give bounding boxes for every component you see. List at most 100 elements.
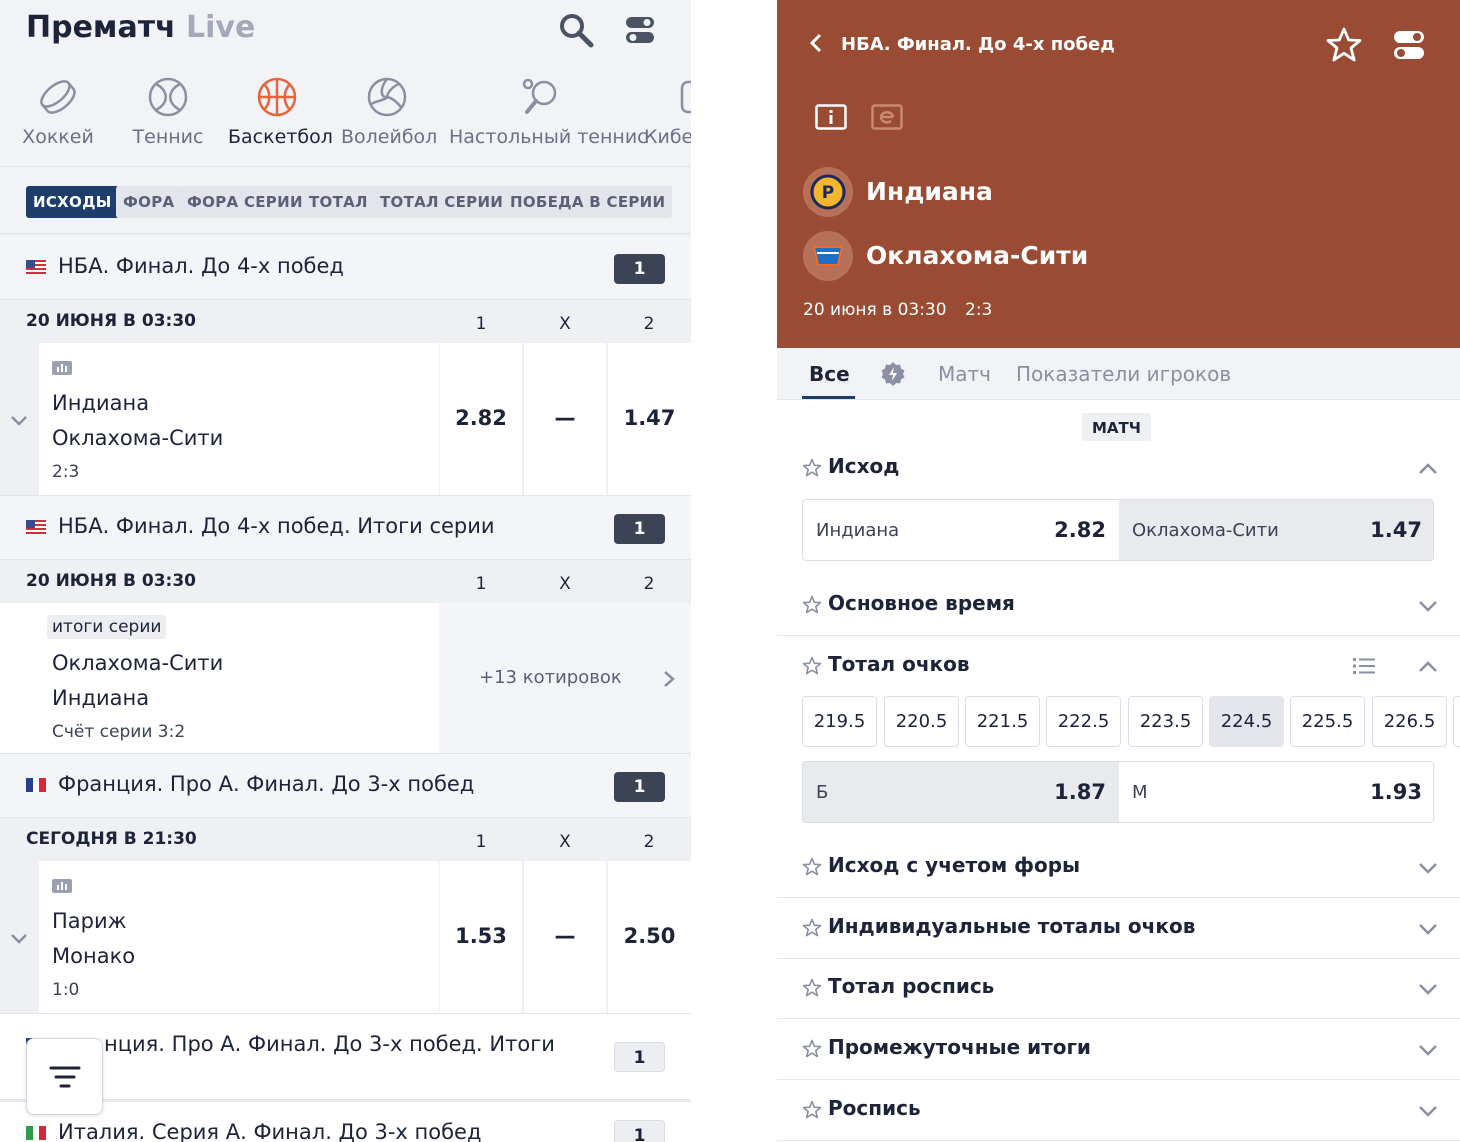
usa-flag-icon [26, 260, 46, 274]
league-header[interactable]: НБА. Финал. До 4-х побед 1 [0, 236, 691, 300]
favorite-star-icon[interactable] [802, 918, 822, 938]
odd-home-button[interactable]: 2.82 [440, 343, 522, 495]
total-line-option[interactable]: 222.5 [1046, 696, 1121, 747]
event-card[interactable]: итоги серии Оклахома-Сити Индиана Счёт с… [0, 603, 439, 753]
market-outcome-header[interactable]: Исход [777, 438, 1460, 499]
chevron-down-icon[interactable] [8, 927, 30, 949]
filter-series-total[interactable]: ТОТАЛ СЕРИИ [373, 186, 511, 218]
market-intermediate[interactable]: Промежуточные итоги [777, 1019, 1460, 1080]
market-main-time[interactable]: Основное время [777, 575, 1460, 636]
total-line-option[interactable]: 221.5 [965, 696, 1040, 747]
extra-info-icon[interactable] [871, 104, 903, 130]
sport-volleyball[interactable]: Волейбол [341, 76, 437, 148]
stats-icon[interactable] [52, 879, 72, 893]
info-icon[interactable] [815, 104, 847, 130]
more-odds-button[interactable]: +13 котировок [439, 603, 691, 753]
sport-table-tennis[interactable]: Настольный теннис [449, 76, 648, 148]
event-row[interactable]: Индиана Оклахома-Сити 2:3 2.82 — 1.47 [0, 343, 691, 496]
favorite-star-icon[interactable] [802, 978, 822, 998]
pacers-logo-icon: P [810, 174, 846, 210]
chevron-down-icon[interactable] [1417, 595, 1439, 617]
filter-outcomes[interactable]: ИСХОДЫ [26, 186, 119, 218]
total-line-option-overflow[interactable] [1453, 696, 1460, 747]
favorite-star-icon[interactable] [1325, 26, 1363, 64]
sport-basketball[interactable]: Баскетбол [228, 76, 333, 148]
favorite-star-icon[interactable] [802, 1039, 822, 1059]
chevron-down-icon[interactable] [1417, 978, 1439, 1000]
tab-prematch[interactable]: Прематч [26, 10, 176, 45]
settings-toggle-icon[interactable] [1393, 28, 1425, 62]
market-total-list[interactable]: Тотал роспись [777, 958, 1460, 1019]
total-line-option[interactable]: 223.5 [1128, 696, 1203, 747]
league-header[interactable]: Франция. Про А. Финал. До 3-х побед 1 [0, 754, 691, 818]
market-total-header[interactable]: Тотал очков [777, 636, 1460, 697]
list-view-icon[interactable] [1353, 656, 1375, 676]
market-handicap[interactable]: Исход с учетом форы [777, 837, 1460, 898]
league-name: НБА. Финал. До 4-х побед. Итоги серии [58, 514, 495, 538]
event-card[interactable]: Париж Монако 1:0 [39, 861, 439, 1013]
odd-value: 1.47 [1370, 518, 1422, 542]
tab-all[interactable]: Все [809, 362, 850, 386]
settings-toggle-icon[interactable] [624, 14, 656, 46]
filter-series-win[interactable]: ПОБЕДА В СЕРИИ [503, 186, 673, 218]
odd-home-button[interactable]: Индиана 2.82 [803, 500, 1119, 560]
special-bets-icon[interactable] [880, 361, 906, 387]
chevron-down-icon[interactable] [1417, 918, 1439, 940]
odd-away-button[interactable]: 1.47 [608, 343, 691, 495]
odd-value: 2.82 [1054, 518, 1106, 542]
tab-player-stats[interactable]: Показатели игроков [1016, 362, 1231, 386]
odd-away-button[interactable]: Оклахома-Сити 1.47 [1119, 500, 1433, 560]
filter-button[interactable] [26, 1038, 103, 1115]
odd-over-button[interactable]: Б 1.87 [803, 762, 1119, 822]
chevron-up-icon[interactable] [1417, 656, 1439, 678]
search-icon[interactable] [558, 12, 594, 48]
total-line-option[interactable]: 225.5 [1290, 696, 1365, 747]
total-line-option[interactable]: 220.5 [884, 696, 959, 747]
favorite-star-icon[interactable] [802, 857, 822, 877]
chevron-down-icon[interactable] [8, 409, 30, 431]
market-title: Индивидуальные тоталы очков [828, 914, 1196, 938]
filter-series-handicap[interactable]: ФОРА СЕРИИ [180, 186, 310, 218]
chevron-up-icon[interactable] [1417, 458, 1439, 480]
svg-text:P: P [822, 183, 834, 203]
chevron-down-icon[interactable] [1417, 1039, 1439, 1061]
filter-handicap[interactable]: ФОРА [116, 186, 182, 218]
tab-live[interactable]: Live [186, 10, 255, 45]
chevron-down-icon[interactable] [1417, 857, 1439, 879]
stats-icon[interactable] [52, 361, 72, 375]
event-count-badge: 1 [614, 254, 665, 284]
odd-away-button[interactable]: 2.50 [608, 861, 691, 1013]
italy-flag-icon [26, 1126, 46, 1140]
market-list[interactable]: Роспись [777, 1080, 1460, 1141]
thunder-logo-icon [812, 246, 844, 266]
total-line-option-selected[interactable]: 224.5 [1209, 696, 1284, 747]
odd-draw-button[interactable]: — [524, 861, 606, 1013]
league-header[interactable]: НБА. Финал. До 4-х побед. Итоги серии 1 [0, 496, 691, 560]
chevron-down-icon[interactable] [1417, 1100, 1439, 1122]
odd-draw-button[interactable]: — [524, 343, 606, 495]
event-row[interactable]: Париж Монако 1:0 1.53 — 2.50 [0, 861, 691, 1014]
sport-label: Настольный теннис [449, 126, 648, 148]
favorite-star-icon[interactable] [802, 595, 822, 615]
total-line-option[interactable]: 219.5 [802, 696, 877, 747]
favorite-star-icon[interactable] [802, 458, 822, 478]
event-card[interactable]: Индиана Оклахома-Сити 2:3 [39, 343, 439, 495]
sport-hockey[interactable]: Хоккей [22, 76, 94, 148]
back-arrow-icon[interactable] [805, 32, 827, 54]
filter-total[interactable]: ТОТАЛ [302, 186, 375, 218]
odd-under-button[interactable]: М 1.93 [1119, 762, 1433, 822]
team-home-name: Индиана [866, 177, 993, 206]
tab-match[interactable]: Матч [938, 362, 991, 386]
sport-tennis[interactable]: Теннис [132, 76, 204, 148]
favorite-star-icon[interactable] [802, 1100, 822, 1120]
section-label: МАТЧ [1082, 413, 1151, 441]
total-line-option[interactable]: 226.5 [1372, 696, 1447, 747]
market-individual-totals[interactable]: Индивидуальные тоталы очков [777, 898, 1460, 959]
event-row[interactable]: итоги серии Оклахома-Сити Индиана Счёт с… [0, 603, 691, 754]
favorite-star-icon[interactable] [802, 656, 822, 676]
league-header[interactable]: нция. Про А. Финал. До 3-х побед. Итоги … [0, 1014, 691, 1100]
league-header[interactable]: Италия. Серия А. Финал. До 3-х побед 1 [0, 1101, 691, 1142]
sport-cyber[interactable]: Кибе [644, 76, 691, 148]
odd-home-button[interactable]: 1.53 [440, 861, 522, 1013]
event-details-pane: НБА. Финал. До 4-х побед P Индиана Оклах… [777, 0, 1460, 1142]
